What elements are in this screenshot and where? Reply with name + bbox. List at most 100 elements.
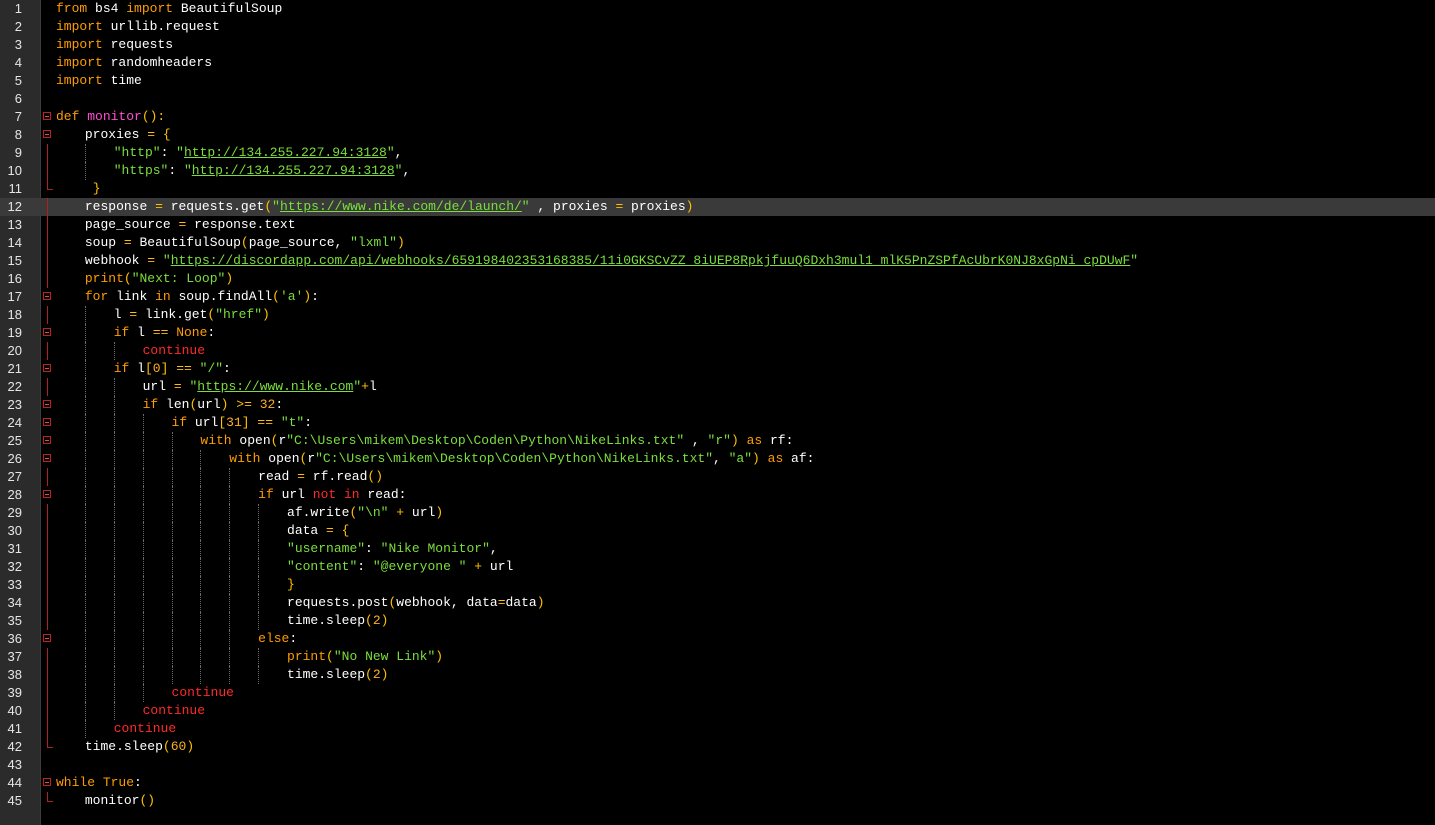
code-line[interactable]: 7 def monitor(): <box>0 108 1435 126</box>
code-line[interactable]: 26 with open(r"C:\Users\mikem\Desktop\Cod… <box>0 450 1435 468</box>
fold-collapse-icon[interactable] <box>43 634 51 642</box>
indent-guide <box>171 432 173 450</box>
code-line[interactable]: 6 <box>0 90 1435 108</box>
code-token: print <box>287 649 327 664</box>
code-line[interactable]: 4 import randomheaders <box>0 54 1435 72</box>
url-link[interactable]: http://134.255.227.94:3128 <box>192 163 395 178</box>
code-token: monitor <box>87 109 142 124</box>
fold-collapse-icon[interactable] <box>43 112 51 120</box>
fold-collapse-icon[interactable] <box>43 400 51 408</box>
url-link[interactable]: http://134.255.227.94:3128 <box>184 145 387 160</box>
code-line[interactable]: 21 if l[0] == "/": <box>0 360 1435 378</box>
code-token: proxies <box>623 199 686 214</box>
code-line[interactable]: 25 with open(r"C:\Users\mikem\Desktop\Cod… <box>0 432 1435 450</box>
code-token: = <box>147 127 156 142</box>
indent-guide <box>84 720 86 738</box>
code-area[interactable]: 1 from bs4 import BeautifulSoup 2 import ur… <box>0 0 1435 810</box>
indent-guide <box>113 414 115 432</box>
fold-collapse-icon[interactable] <box>43 292 51 300</box>
code-line[interactable]: 44 while True: <box>0 774 1435 792</box>
code-line[interactable]: 18 l = link.get("href") <box>0 306 1435 324</box>
code-line[interactable]: 5 import time <box>0 72 1435 90</box>
code-token: import <box>56 55 103 70</box>
code-line[interactable]: 17 for link in soup.findAll('a'): <box>0 288 1435 306</box>
fold-end-marker <box>47 792 53 802</box>
code-line[interactable]: 37 print("No New Link") <box>0 648 1435 666</box>
fold-collapse-icon[interactable] <box>43 490 51 498</box>
url-link[interactable]: https://discordapp.com/api/webhooks/6591… <box>171 253 1131 268</box>
code-line[interactable]: 2 import urllib.request <box>0 18 1435 36</box>
code-token: ) <box>380 613 389 628</box>
fold-collapse-icon[interactable] <box>43 454 51 462</box>
code-line[interactable]: 11 } <box>0 180 1435 198</box>
code-token: l <box>129 361 145 376</box>
indent-guide <box>113 468 115 486</box>
code-line[interactable]: 1 from bs4 import BeautifulSoup <box>0 0 1435 18</box>
code-line[interactable]: 35 time.sleep(2) <box>0 612 1435 630</box>
indent-guide <box>113 648 115 666</box>
url-link[interactable]: https://www.nike.com/de/launch/ <box>280 199 522 214</box>
code-token: with <box>200 433 232 448</box>
code-line[interactable]: 23 if len(url) >= 32: <box>0 396 1435 414</box>
code-line[interactable]: 27 read = rf.read() <box>0 468 1435 486</box>
fold-collapse-icon[interactable] <box>43 418 51 426</box>
line-source: with open(r"C:\Users\mikem\Desktop\Coden… <box>200 432 793 450</box>
code-token: ( <box>240 235 249 250</box>
code-token: = <box>147 253 156 268</box>
code-line[interactable]: 32 "content": "@everyone " + url <box>0 558 1435 576</box>
code-line[interactable]: 24 if url[31] == "t": <box>0 414 1435 432</box>
line-source: import time <box>56 72 142 90</box>
code-token: monitor <box>84 793 140 808</box>
indent-guide <box>84 630 86 648</box>
code-line[interactable]: 38 time.sleep(2) <box>0 666 1435 684</box>
code-line[interactable]: 12 response = requests.get("https://www.n… <box>0 198 1435 216</box>
code-line[interactable]: 30 data = { <box>0 522 1435 540</box>
indent-guide <box>142 486 144 504</box>
code-line[interactable]: 14 soup = BeautifulSoup(page_source, "lxm… <box>0 234 1435 252</box>
fold-collapse-icon[interactable] <box>43 778 51 786</box>
code-line[interactable]: 3 import requests <box>0 36 1435 54</box>
indent-guide <box>113 522 115 540</box>
code-line[interactable]: 22 url = "https://www.nike.com"+l <box>0 378 1435 396</box>
code-line[interactable]: 20 continue <box>0 342 1435 360</box>
code-line[interactable]: 39 continue <box>0 684 1435 702</box>
code-line[interactable]: 16 print("Next: Loop") <box>0 270 1435 288</box>
code-line[interactable]: 45 monitor() <box>0 792 1435 810</box>
code-line[interactable]: 10 "https": "http://134.255.227.94:3128", <box>0 162 1435 180</box>
fold-guide-line <box>47 684 48 702</box>
code-line[interactable]: 9 "http": "http://134.255.227.94:3128", <box>0 144 1435 162</box>
code-line[interactable]: 31 "username": "Nike Monitor", <box>0 540 1435 558</box>
indent-guide <box>142 648 144 666</box>
line-source: print("No New Link") <box>287 648 443 666</box>
code-line[interactable]: 41 continue <box>0 720 1435 738</box>
fold-guide-line <box>47 270 48 288</box>
code-token: urllib.request <box>102 19 220 34</box>
fold-collapse-icon[interactable] <box>43 364 51 372</box>
code-line[interactable]: 33} <box>0 576 1435 594</box>
code-token: ) <box>536 595 545 610</box>
fold-collapse-icon[interactable] <box>43 130 51 138</box>
fold-collapse-icon[interactable] <box>43 328 51 336</box>
code-line[interactable]: 13 page_source = response.text <box>0 216 1435 234</box>
code-line[interactable]: 8 proxies = { <box>0 126 1435 144</box>
line-number: 36 <box>7 631 22 646</box>
code-line[interactable]: 29 af.write("\n" + url) <box>0 504 1435 522</box>
code-line[interactable]: 36 else: <box>0 630 1435 648</box>
code-line[interactable]: 15 webhook = "https://discordapp.com/api/… <box>0 252 1435 270</box>
code-line[interactable]: 43 <box>0 756 1435 774</box>
indent-guide <box>113 684 115 702</box>
line-number: 13 <box>7 217 22 232</box>
code-token: + <box>361 379 369 394</box>
fold-collapse-icon[interactable] <box>43 436 51 444</box>
code-line[interactable]: 34 requests.post(webhook, data=data) <box>0 594 1435 612</box>
code-line[interactable]: 42 time.sleep(60) <box>0 738 1435 756</box>
code-line[interactable]: 19 if l == None: <box>0 324 1435 342</box>
code-line[interactable]: 28 if url not in read: <box>0 486 1435 504</box>
code-token: import <box>56 19 103 34</box>
code-editor[interactable]: 1 from bs4 import BeautifulSoup 2 import ur… <box>0 0 1435 825</box>
url-link[interactable]: https://www.nike.com <box>197 379 353 394</box>
code-line[interactable]: 40 continue <box>0 702 1435 720</box>
